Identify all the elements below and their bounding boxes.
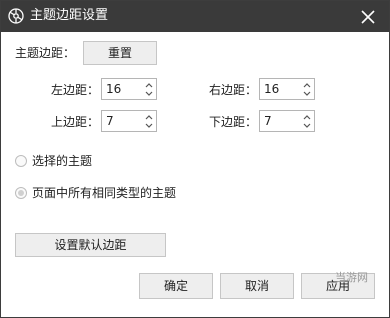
left-margin-input[interactable]	[102, 79, 144, 99]
radio-same-type-topics[interactable]	[15, 187, 27, 199]
top-margin-label: 上边距：	[51, 115, 100, 129]
right-margin-input[interactable]	[260, 79, 302, 99]
chevron-up-icon[interactable]	[144, 81, 154, 89]
close-icon[interactable]	[358, 7, 378, 27]
theme-margin-label: 主题边距：	[15, 46, 76, 60]
reset-button[interactable]: 重置	[83, 41, 157, 65]
cancel-button[interactable]: 取消	[220, 273, 294, 299]
chevron-down-icon[interactable]	[144, 122, 154, 130]
radio-selected-topic-label[interactable]: 选择的主题	[32, 153, 92, 169]
watermark-text: 当游网	[335, 271, 368, 284]
top-margin-input[interactable]	[102, 111, 144, 131]
bottom-margin-label: 下边距：	[209, 115, 258, 129]
top-margin-spinbox	[101, 110, 157, 132]
chevron-up-icon[interactable]	[144, 113, 154, 121]
chevron-down-icon[interactable]	[302, 90, 312, 98]
left-margin-label: 左边距：	[51, 83, 100, 97]
chevron-down-icon[interactable]	[302, 122, 312, 130]
chevron-up-icon[interactable]	[302, 81, 312, 89]
radio-same-type-topics-label[interactable]: 页面中所有相同类型的主题	[32, 185, 176, 201]
settings-gear-icon	[8, 8, 24, 24]
set-default-margin-button[interactable]: 设置默认边距	[15, 233, 166, 257]
bottom-margin-input[interactable]	[260, 111, 302, 131]
ok-button[interactable]: 确定	[139, 273, 213, 299]
bottom-margin-spinbox	[259, 110, 315, 132]
window-title: 主题边距设置	[30, 8, 109, 23]
theme-margin-dialog: 主题边距设置 主题边距： 重置 左边距： 右边距： 上边距： 下边距： 选择的主…	[0, 0, 390, 318]
radio-selected-topic[interactable]	[15, 155, 27, 167]
title-bar[interactable]: 主题边距设置	[1, 1, 389, 32]
chevron-up-icon[interactable]	[302, 113, 312, 121]
watermark: 当游网	[319, 269, 389, 309]
right-margin-label: 右边距：	[209, 83, 258, 97]
radio-selected-dot	[18, 190, 24, 196]
left-margin-spinbox	[101, 78, 157, 100]
right-margin-spinbox	[259, 78, 315, 100]
chevron-down-icon[interactable]	[144, 90, 154, 98]
